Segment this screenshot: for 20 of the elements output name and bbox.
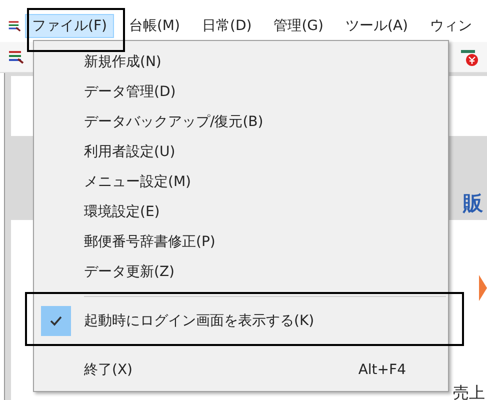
section-heading: 販 xyxy=(463,190,483,217)
column-header: 売上 xyxy=(453,383,485,400)
toolbar-icon xyxy=(8,50,24,64)
menu-bar-item[interactable]: 台帳(M) xyxy=(122,14,187,38)
menu-item[interactable]: 環境設定(E) xyxy=(36,197,446,227)
menu-item[interactable]: データバックアップ/復元(B) xyxy=(36,107,446,137)
menu-bar-item[interactable]: ツール(A) xyxy=(338,14,415,38)
app-icon xyxy=(8,19,21,33)
menu-bar-item[interactable]: 日常(D) xyxy=(194,14,259,38)
menu-item[interactable]: データ更新(Z) xyxy=(36,257,446,287)
menu-bar-item[interactable]: 管理(G) xyxy=(266,14,330,38)
yen-icon[interactable] xyxy=(461,48,479,66)
menu-item[interactable]: メニュー設定(M) xyxy=(36,167,446,197)
menu-item[interactable]: 新規作成(N) xyxy=(36,47,446,77)
menu-item[interactable]: 郵便番号辞書修正(P) xyxy=(36,227,446,257)
menu-bar-item[interactable]: ウィン xyxy=(423,14,479,38)
menu-item[interactable]: データ管理(D) xyxy=(36,77,446,107)
menu-item[interactable]: 利用者設定(U) xyxy=(36,137,446,167)
menu-bar-item[interactable]: ファイル(F) xyxy=(24,14,114,38)
menu-item[interactable]: 終了(X) Alt+F4 xyxy=(36,355,446,385)
